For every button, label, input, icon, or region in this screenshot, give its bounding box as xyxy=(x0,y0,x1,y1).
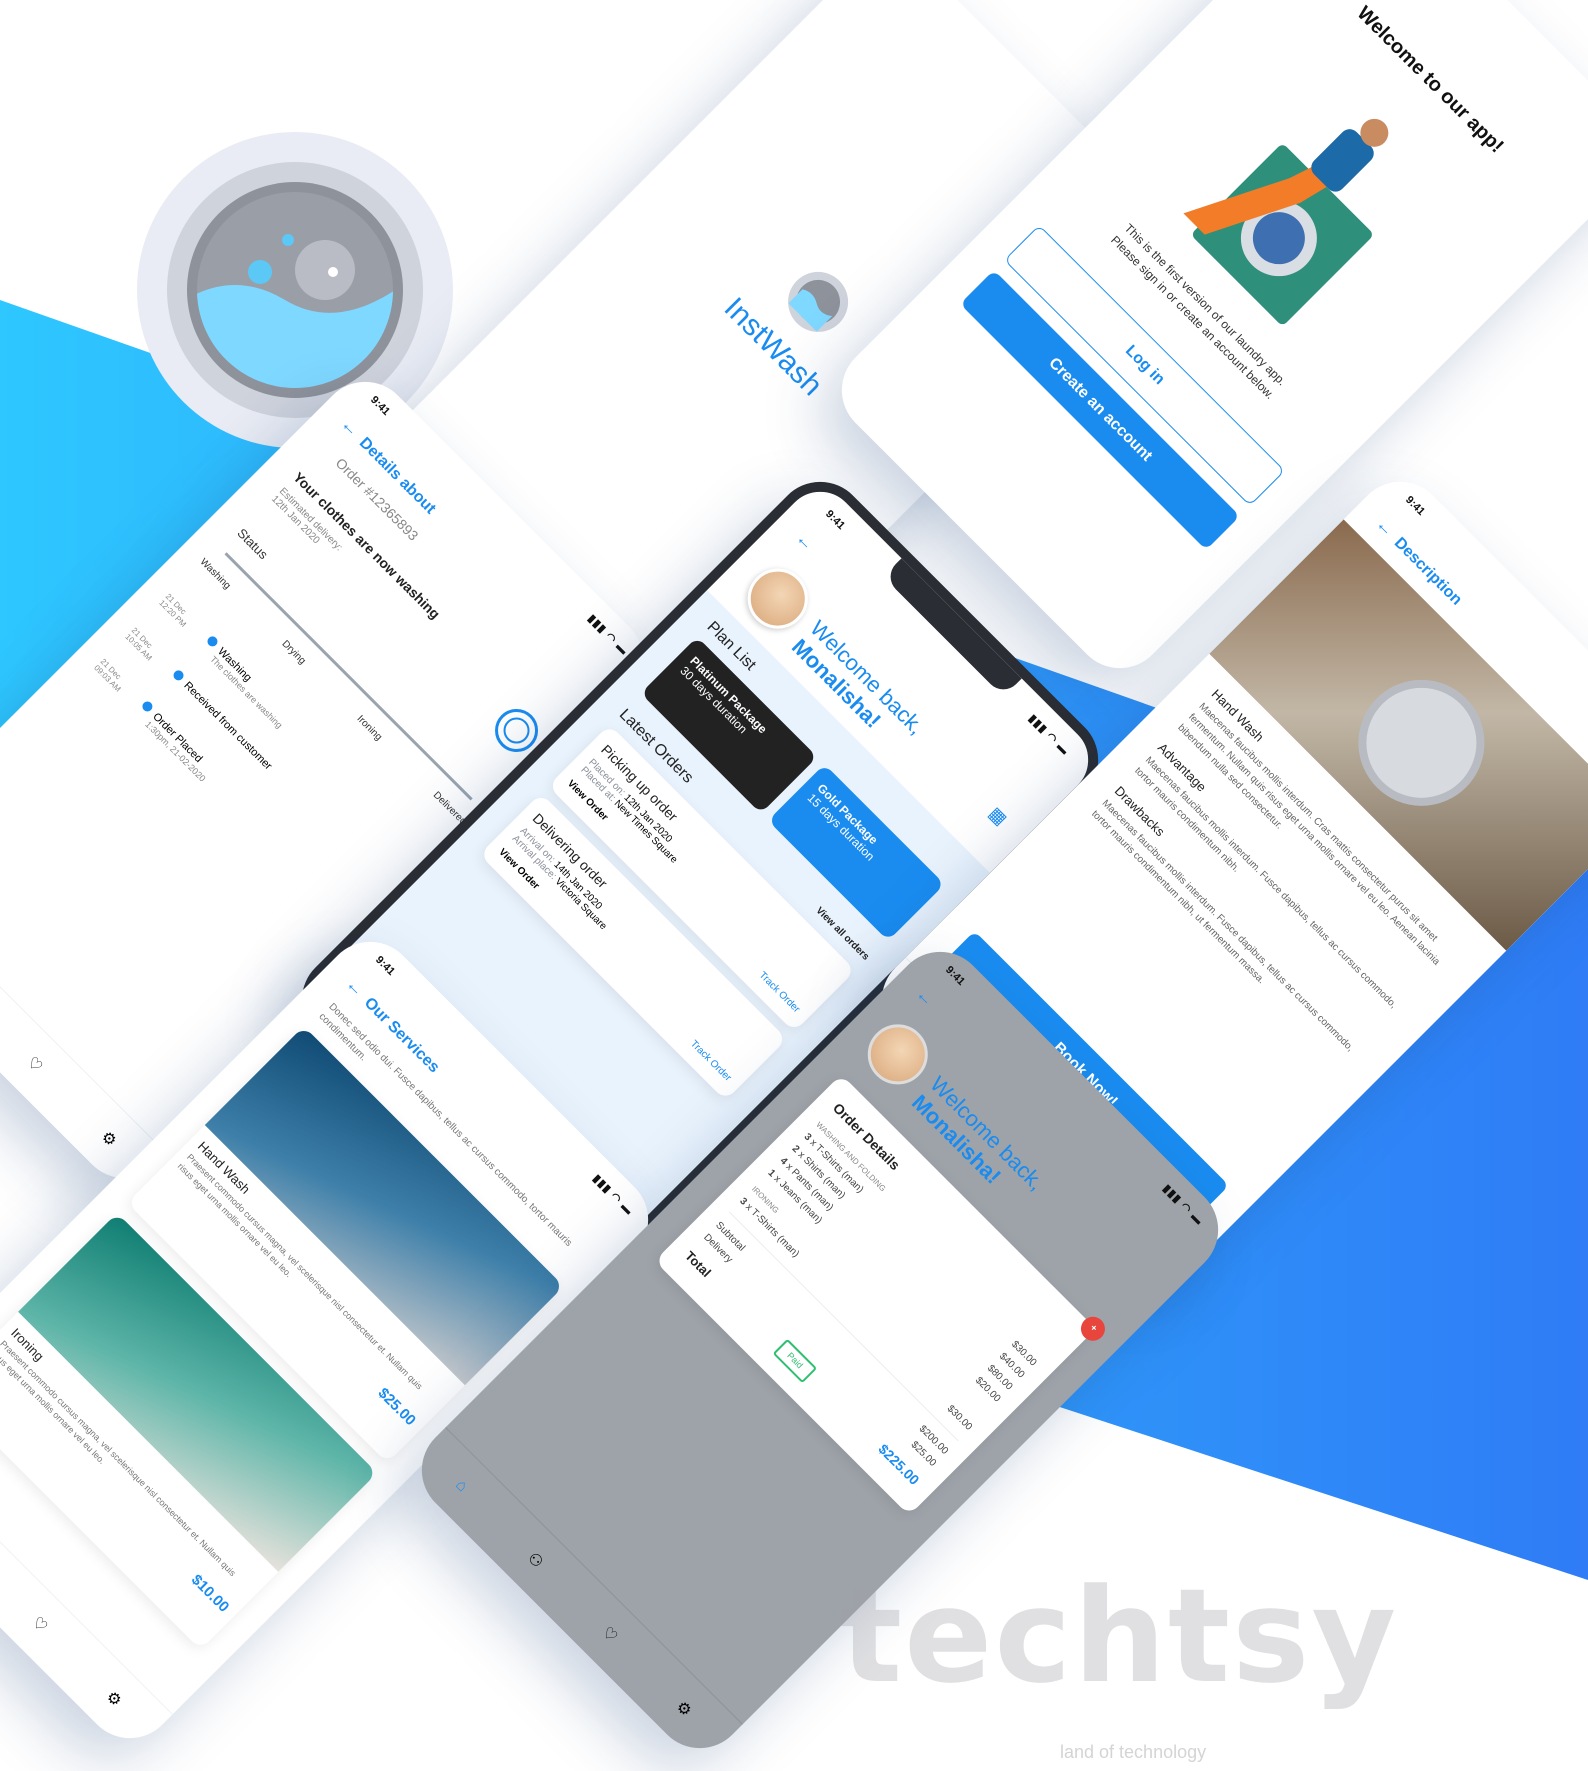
home-icon[interactable]: ⌂ xyxy=(441,1466,481,1506)
step-drying: Drying xyxy=(279,638,308,667)
settings-icon[interactable]: ⚙ xyxy=(664,1689,704,1729)
step-ironing: Ironing xyxy=(354,713,384,743)
back-arrow-icon[interactable]: ← xyxy=(791,528,821,558)
timeline-item: 21 Dec 09:03 AM Order Placed 1:30pm, 21-02… xyxy=(92,656,208,784)
back-arrow-icon[interactable]: ← xyxy=(911,984,941,1014)
instwash-logo-icon xyxy=(137,132,453,448)
timeline-item: 21 Dec 12:20 PM Washing The clothes are wa… xyxy=(157,591,285,731)
timeline: 21 Dec 12:20 PM Washing The clothes are wa… xyxy=(89,592,433,936)
settings-icon[interactable]: ⚙ xyxy=(94,1679,134,1719)
step-washing: Washing xyxy=(197,556,233,592)
watermark-logo: techtsy xyxy=(840,1560,1399,1712)
profile-icon[interactable]: ⚇ xyxy=(516,1541,556,1581)
settings-icon[interactable]: ⚙ xyxy=(89,1119,129,1159)
calendar-icon[interactable]: ▦ xyxy=(984,803,1011,830)
watermark-tagline: land of technology xyxy=(1060,1742,1207,1762)
avatar[interactable] xyxy=(855,1012,941,1097)
heart-icon[interactable]: ♡ xyxy=(15,1045,55,1085)
timeline-item: 21 Dec 10:05 AM Received from customer xyxy=(123,625,275,773)
avatar[interactable] xyxy=(735,556,821,641)
status-label: Status xyxy=(234,525,272,563)
heart-icon[interactable]: ♡ xyxy=(590,1615,630,1655)
heart-icon[interactable]: ♡ xyxy=(20,1605,60,1645)
page-title: Details about xyxy=(355,434,439,518)
app-logo-icon xyxy=(788,271,849,332)
close-modal-icon[interactable]: + xyxy=(1075,1311,1110,1346)
